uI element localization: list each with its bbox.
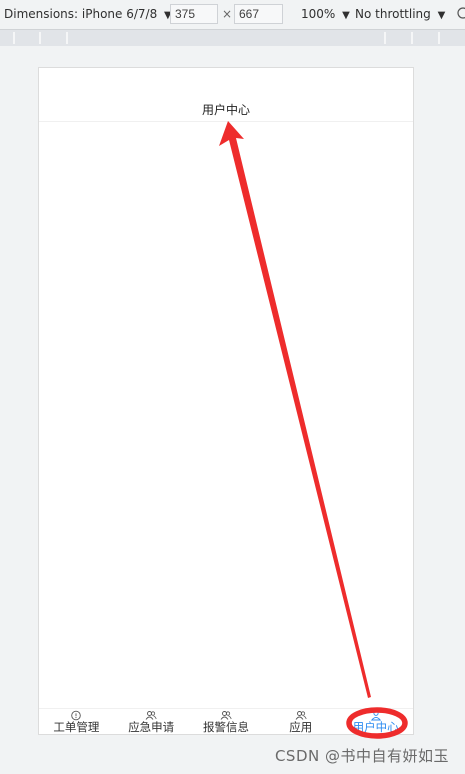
tab-label: 应用 [289,720,313,734]
tab-label: 报警信息 [202,720,249,734]
tab-emergency-request[interactable]: 应急申请 [114,709,189,734]
tab-alarm-info[interactable]: 报警信息 [189,709,264,734]
tab-user-center[interactable]: 用户中心 [338,709,413,734]
nav-bar: 用户中心 [39,68,413,122]
viewport-width-input[interactable] [170,4,218,24]
watermark: CSDN @书中自有妍如玉 [274,747,449,765]
zoom-label: 100% [301,7,336,21]
phone-viewport: 用户中心 工单管理 应急申请 报警信息 应用 用户中心 [38,67,414,735]
page-title: 用户中心 [201,103,250,117]
throttling-label: No throttling [355,7,431,21]
zoom-dropdown[interactable]: 100% ▼ [301,7,350,21]
times-sign: × [222,7,233,21]
tab-label: 应急申请 [128,720,175,734]
chevron-down-icon: ▼ [342,10,350,21]
throttling-dropdown[interactable]: No throttling ▼ [355,7,445,21]
rotate-icon[interactable] [455,6,465,23]
tab-label: 工单管理 [53,720,100,734]
dimensions-dropdown[interactable]: Dimensions: iPhone 6/7/8 ▼ [4,7,172,21]
viewport-height-input[interactable] [234,4,283,24]
tab-label: 用户中心 [352,720,399,734]
chevron-down-icon: ▼ [437,10,446,21]
dimensions-label: Dimensions: iPhone 6/7/8 [4,7,158,21]
media-query-ruler[interactable] [0,29,465,46]
tab-apps[interactable]: 应用 [263,709,338,734]
devtools-device-toolbar: Dimensions: iPhone 6/7/8 ▼ × 100% ▼ No t… [0,0,465,29]
tab-work-orders[interactable]: 工单管理 [39,709,114,734]
tab-bar: 工单管理 应急申请 报警信息 应用 用户中心 [39,708,413,734]
